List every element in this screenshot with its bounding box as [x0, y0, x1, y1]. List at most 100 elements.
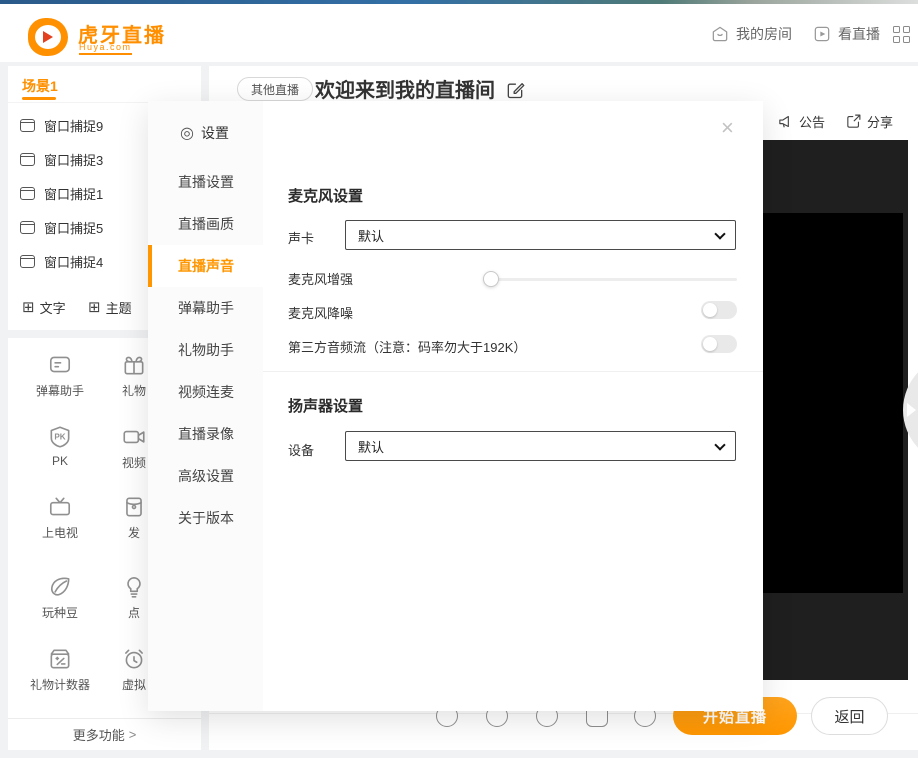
back-button[interactable]: 返回: [811, 697, 888, 735]
huya-logo-icon: [28, 18, 68, 56]
leaf-icon: [47, 574, 73, 600]
share-button[interactable]: 分享: [845, 112, 893, 131]
capture-item[interactable]: 窗口捕捉1: [20, 176, 103, 210]
chevron-right-icon: >: [129, 727, 137, 742]
menu-item-live-record[interactable]: 直播录像: [148, 413, 263, 455]
feature-label: 玩种豆: [42, 604, 78, 621]
mic-denoise-toggle[interactable]: [701, 301, 737, 319]
feature-label: 礼物计数器: [30, 676, 90, 693]
menu-item-danmu-helper[interactable]: 弹幕助手: [148, 287, 263, 329]
capture-item[interactable]: 窗口捕捉5: [20, 210, 103, 244]
capture-label: 窗口捕捉4: [44, 252, 103, 271]
feature-gift-counter[interactable]: 礼物计数器: [25, 646, 95, 693]
capture-item[interactable]: 窗口捕捉9: [20, 108, 103, 142]
play-icon: [812, 24, 832, 44]
settings-menu-header: ◎ 设置: [180, 123, 229, 143]
section-divider: [263, 371, 763, 372]
feature-pk[interactable]: PK PK: [25, 424, 95, 468]
window-capture-icon: [20, 153, 35, 166]
menu-item-gift-helper[interactable]: 礼物助手: [148, 329, 263, 371]
mic-section-heading: 麦克风设置: [288, 185, 363, 206]
app-header: 虎牙直播 Huya.com 我的房间 看直播: [0, 4, 918, 62]
settings-modal: ◎ 设置 直播设置 直播画质 直播声音 弹幕助手 礼物助手 视频连麦 直播录像 …: [148, 101, 763, 711]
thirdparty-audio-label: 第三方音频流（注意：码率勿大于192K）: [288, 337, 526, 356]
nav-my-room[interactable]: 我的房间: [710, 24, 792, 44]
mic-gain-label: 麦克风增强: [288, 269, 353, 288]
thirdparty-audio-toggle[interactable]: [701, 335, 737, 353]
camera-icon: [121, 424, 147, 450]
category-badge[interactable]: 其他直播: [237, 77, 313, 101]
speaker-device-select[interactable]: 默认: [345, 431, 736, 461]
mic-gain-slider-track[interactable]: [490, 278, 737, 281]
audio-settings-dialog: × 麦克风设置 声卡 默认 麦克风增强 麦克风降噪 第三方音频流（注意：码率勿大…: [263, 101, 763, 711]
app-window: 虎牙直播 Huya.com 我的房间 看直播 场景1 窗口捕捉9 窗口捕捉3: [0, 0, 918, 758]
window-capture-icon: [20, 187, 35, 200]
more-features-label: 更多功能: [73, 725, 125, 744]
capture-label: 窗口捕捉1: [44, 184, 103, 203]
pk-shield-icon: PK: [47, 424, 73, 450]
gift-counter-icon: [47, 646, 73, 672]
chat-box-icon: [47, 352, 73, 378]
feature-label: 发: [128, 524, 140, 541]
settings-menu-items: 直播设置 直播画质 直播声音 弹幕助手 礼物助手 视频连麦 直播录像 高级设置 …: [148, 161, 263, 539]
soundcard-label: 声卡: [288, 228, 314, 247]
speaker-device-label: 设备: [288, 440, 314, 459]
nav-watch-live-label: 看直播: [838, 24, 880, 44]
feature-beans[interactable]: 玩种豆: [25, 574, 95, 621]
close-icon[interactable]: ×: [721, 117, 734, 139]
edit-title-icon[interactable]: [505, 80, 525, 100]
capture-label: 窗口捕捉5: [44, 218, 103, 237]
bulb-icon: [121, 574, 147, 600]
speaker-section-heading: 扬声器设置: [288, 395, 363, 416]
feature-label: 虚拟: [122, 676, 146, 693]
tab-active-bar: [22, 97, 56, 100]
soundcard-select[interactable]: 默认: [345, 220, 736, 250]
window-capture-icon: [20, 221, 35, 234]
feature-label: 上电视: [42, 524, 78, 541]
plus-box-icon: ⊞: [22, 300, 35, 315]
category-badge-label: 其他直播: [251, 81, 299, 98]
red-packet-icon: [121, 494, 147, 520]
settings-menu-title: 设置: [201, 123, 229, 143]
alarm-icon: [121, 646, 147, 672]
feature-on-tv[interactable]: 上电视: [25, 494, 95, 541]
window-capture-icon: [20, 119, 35, 132]
nav-watch-live[interactable]: 看直播: [812, 24, 880, 44]
announcement-label: 公告: [799, 112, 825, 131]
add-theme-button[interactable]: ⊞ 主题: [88, 298, 132, 317]
mic-gain-slider-thumb[interactable]: [483, 271, 499, 287]
menu-item-about[interactable]: 关于版本: [148, 497, 263, 539]
feature-label: PK: [52, 454, 68, 468]
feature-label: 礼物: [122, 382, 146, 399]
announcement-button[interactable]: 公告: [777, 112, 825, 131]
add-text-button[interactable]: ⊞ 文字: [22, 298, 66, 317]
menu-item-live-settings[interactable]: 直播设置: [148, 161, 263, 203]
share-icon: [845, 113, 862, 130]
capture-item[interactable]: 窗口捕捉3: [20, 142, 103, 176]
more-features-button[interactable]: 更多功能 >: [8, 718, 201, 750]
feature-danmu-helper[interactable]: 弹幕助手: [25, 352, 95, 399]
stream-preview-canvas: [763, 213, 903, 593]
capture-item[interactable]: 窗口捕捉4: [20, 244, 103, 278]
settings-menu: ◎ 设置 直播设置 直播画质 直播声音 弹幕助手 礼物助手 视频连麦 直播录像 …: [148, 101, 263, 711]
plus-box-icon: ⊞: [88, 300, 101, 315]
add-theme-label: 主题: [106, 298, 132, 317]
soundcard-value: 默认: [358, 226, 384, 245]
apps-grid-icon[interactable]: [893, 26, 910, 43]
mic-denoise-label: 麦克风降噪: [288, 303, 353, 322]
menu-item-live-quality[interactable]: 直播画质: [148, 203, 263, 245]
menu-item-video-link[interactable]: 视频连麦: [148, 371, 263, 413]
logo-subtitle: Huya.com: [79, 42, 132, 55]
capture-label: 窗口捕捉9: [44, 116, 103, 135]
menu-item-advanced[interactable]: 高级设置: [148, 455, 263, 497]
tv-icon: [47, 494, 73, 520]
home-icon: [710, 24, 730, 44]
add-text-label: 文字: [40, 298, 66, 317]
chevron-down-icon: [714, 439, 725, 450]
menu-item-live-audio[interactable]: 直播声音: [148, 245, 263, 287]
tab-scene-1[interactable]: 场景1: [22, 76, 58, 96]
megaphone-icon: [777, 113, 794, 130]
feature-label: 弹幕助手: [36, 382, 84, 399]
logo-play-icon: [43, 31, 53, 43]
gift-icon: [121, 352, 147, 378]
